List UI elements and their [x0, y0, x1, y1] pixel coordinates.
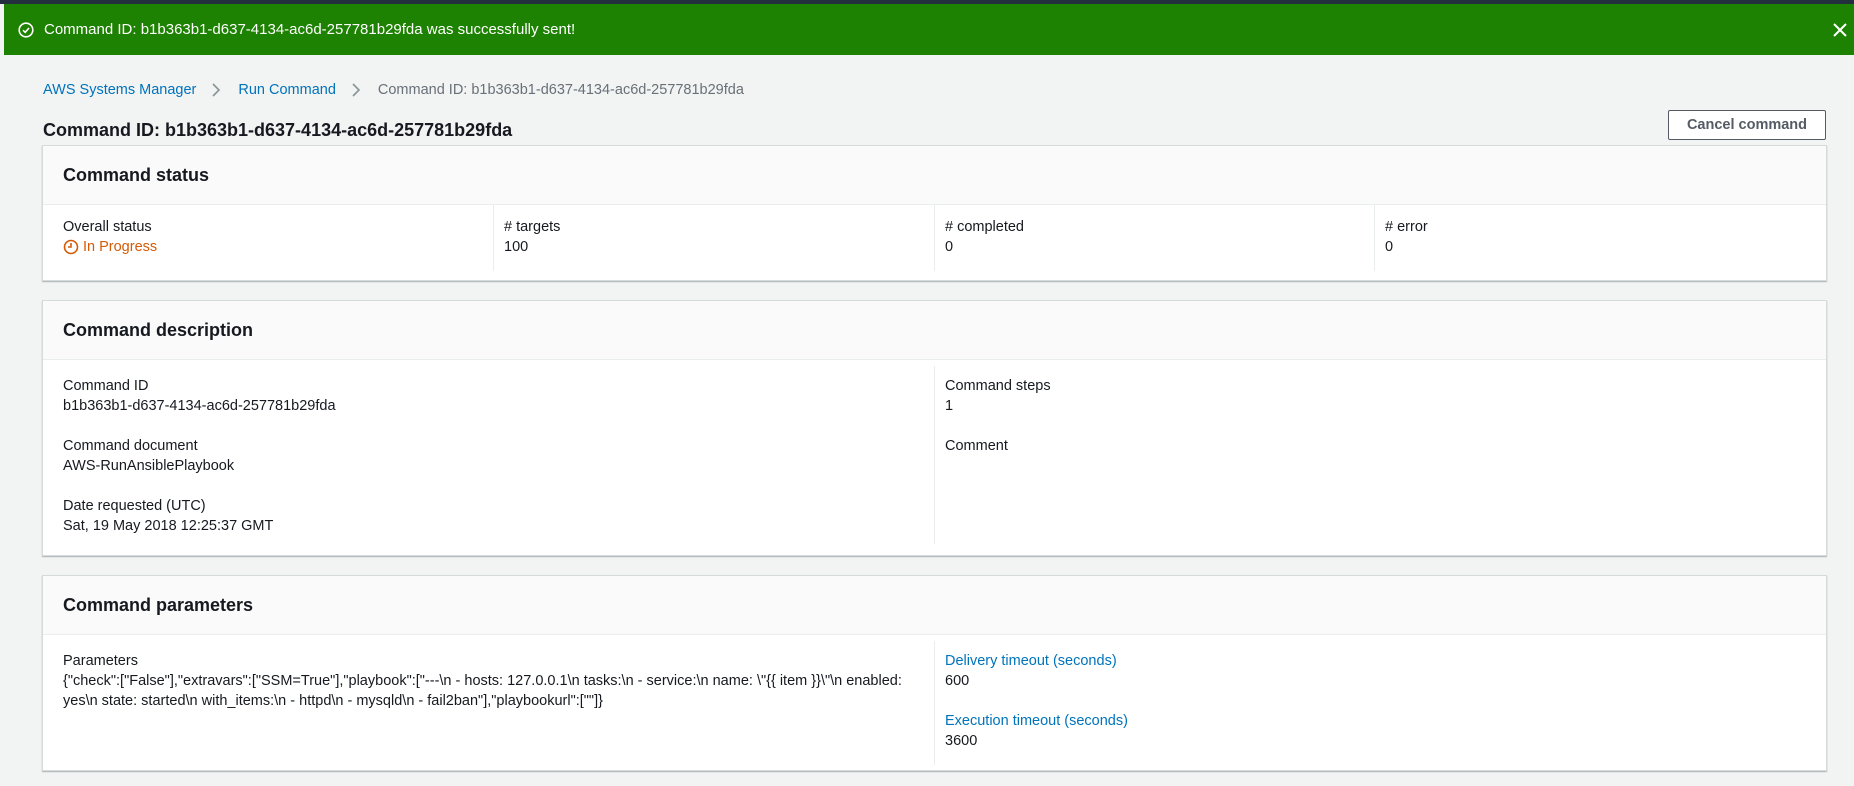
- panel-title: Command description: [43, 301, 1826, 360]
- success-flash-banner: Command ID: b1b363b1-d637-4134-ac6d-2577…: [4, 4, 1854, 55]
- column-divider: [934, 641, 935, 765]
- column-divider: [934, 366, 935, 544]
- flash-message: Command ID: b1b363b1-d637-4134-ac6d-2577…: [44, 21, 576, 38]
- page-title: Command ID: b1b363b1-d637-4134-ac6d-2577…: [43, 120, 513, 140]
- parameters-value: {"check":["False"],"extravars":["SSM=Tru…: [63, 673, 902, 709]
- execution-timeout-label[interactable]: Execution timeout (seconds): [945, 711, 1128, 731]
- targets-label: # targets: [504, 219, 561, 235]
- clock-icon: [63, 239, 79, 255]
- delivery-timeout-label[interactable]: Delivery timeout (seconds): [945, 651, 1117, 671]
- command-id-value: b1b363b1-d637-4134-ac6d-257781b29fda: [63, 398, 336, 414]
- parameters-label: Parameters: [63, 653, 138, 669]
- in-progress-text: In Progress: [83, 239, 158, 255]
- column-divider: [1374, 205, 1375, 271]
- breadcrumb-systems-manager[interactable]: AWS Systems Manager: [43, 80, 196, 100]
- execution-timeout-value: 3600: [945, 733, 978, 749]
- delivery-timeout-value: 600: [945, 673, 970, 689]
- error-value: 0: [1385, 239, 1394, 255]
- command-document-label: Command document: [63, 438, 198, 454]
- column-divider: [934, 205, 935, 271]
- targets-value: 100: [504, 239, 529, 255]
- completed-label: # completed: [945, 219, 1024, 235]
- comment-label: Comment: [945, 438, 1008, 454]
- command-status-panel: Command status Overall status In Progres…: [42, 145, 1827, 281]
- cancel-command-button[interactable]: Cancel command: [1668, 110, 1826, 140]
- error-label: # error: [1385, 219, 1428, 235]
- overall-status-label: Overall status: [63, 219, 152, 235]
- breadcrumb: AWS Systems Manager Run Command Command …: [43, 80, 744, 100]
- command-id-label: Command ID: [63, 378, 149, 394]
- command-steps-label: Command steps: [945, 378, 1051, 394]
- chevron-right-icon: [212, 83, 221, 97]
- panel-title: Command status: [43, 146, 1826, 205]
- command-document-value: AWS-RunAnsiblePlaybook: [63, 458, 235, 474]
- date-requested-value: Sat, 19 May 2018 12:25:37 GMT: [63, 518, 274, 534]
- completed-value: 0: [945, 239, 954, 255]
- close-icon[interactable]: [1830, 20, 1850, 40]
- breadcrumb-current: Command ID: b1b363b1-d637-4134-ac6d-2577…: [377, 82, 744, 98]
- column-divider: [493, 205, 494, 271]
- overall-status-value: In Progress: [63, 237, 157, 257]
- command-steps-value: 1: [945, 398, 954, 414]
- panel-title: Command parameters: [43, 576, 1826, 635]
- breadcrumb-run-command[interactable]: Run Command: [238, 80, 336, 100]
- check-circle-icon: [18, 22, 34, 38]
- command-description-panel: Command description Command ID b1b363b1-…: [42, 300, 1827, 556]
- command-parameters-panel: Command parameters Parameters {"check":[…: [42, 575, 1827, 771]
- chevron-right-icon: [352, 83, 361, 97]
- date-requested-label: Date requested (UTC): [63, 498, 206, 514]
